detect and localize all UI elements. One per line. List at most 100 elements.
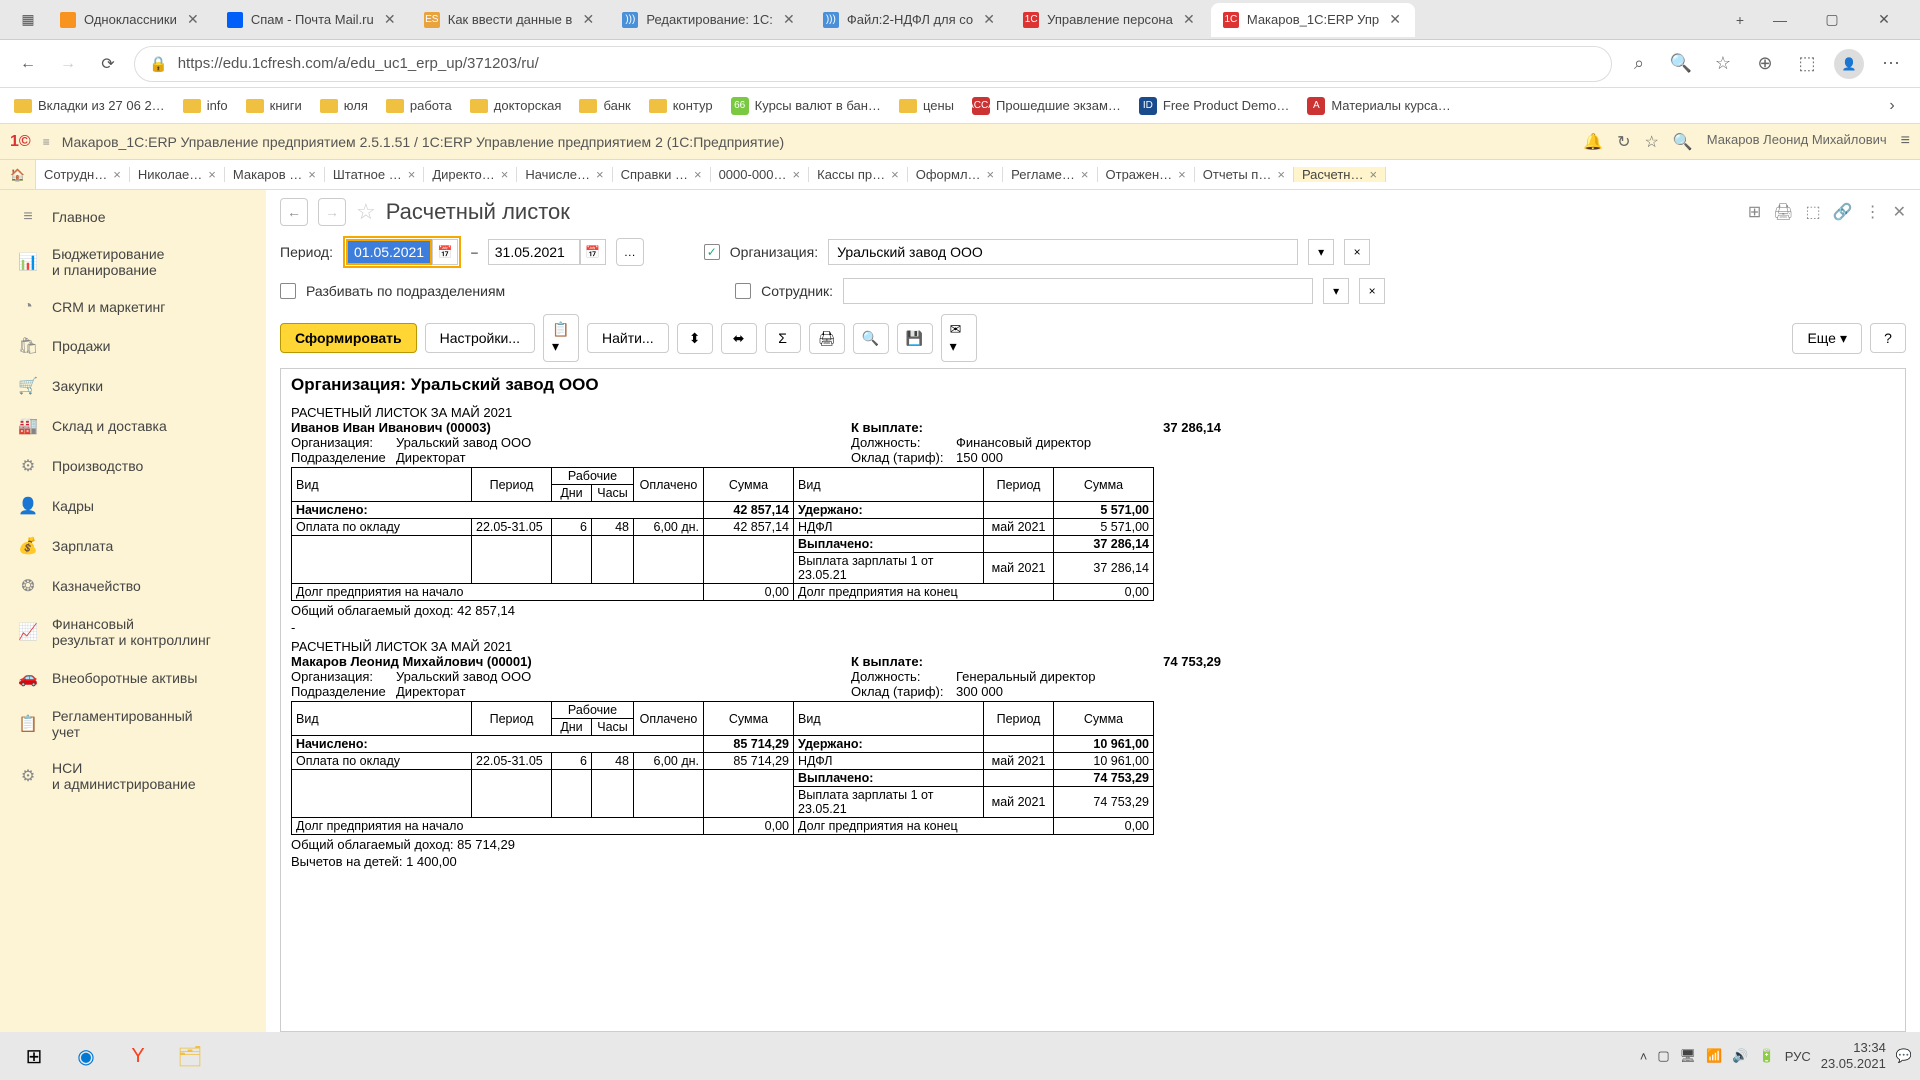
- sidebar-item[interactable]: ≡Главное: [0, 198, 266, 236]
- bookmark-item[interactable]: работа: [386, 97, 452, 115]
- split-checkbox[interactable]: [280, 283, 296, 299]
- print-icon[interactable]: 🖨: [1773, 202, 1793, 222]
- sidebar-item[interactable]: 📋Регламентированный учет: [0, 698, 266, 750]
- app-tab[interactable]: Начисле…×: [517, 167, 612, 182]
- app-tab-close-icon[interactable]: ×: [208, 167, 216, 182]
- app-tab[interactable]: Кассы пр…×: [809, 167, 908, 182]
- tab-close-icon[interactable]: ✕: [981, 12, 997, 28]
- empl-dropdown-icon[interactable]: ▾: [1323, 278, 1349, 304]
- app-menu-icon[interactable]: ≡: [43, 135, 50, 149]
- window-close[interactable]: ✕: [1864, 5, 1904, 35]
- form-button[interactable]: Сформировать: [280, 323, 417, 353]
- display-icon[interactable]: 🖥: [1680, 1048, 1697, 1064]
- collections-icon[interactable]: ⊕: [1750, 49, 1780, 79]
- app-tab-close-icon[interactable]: ×: [1081, 167, 1089, 182]
- app-tab[interactable]: Справки …×: [613, 167, 711, 182]
- app-tab[interactable]: Регламе…×: [1003, 167, 1097, 182]
- app-tab[interactable]: Николае…×: [130, 167, 225, 182]
- bookmark-item[interactable]: info: [183, 97, 228, 115]
- app-tab[interactable]: Отчеты п…×: [1195, 167, 1294, 182]
- more-button[interactable]: Еще ▾: [1792, 323, 1862, 354]
- settings-button[interactable]: Настройки...: [425, 323, 535, 353]
- menu-icon[interactable]: ⋯: [1876, 49, 1906, 79]
- bell-icon[interactable]: 🔔: [1583, 132, 1603, 152]
- tab-close-icon[interactable]: ✕: [382, 12, 398, 28]
- more-icon[interactable]: ⋮: [1865, 202, 1881, 222]
- extensions-icon[interactable]: ⬚: [1792, 49, 1822, 79]
- email-button[interactable]: ✉▾: [941, 314, 977, 362]
- bookmark-item[interactable]: 66Курсы валют в бан…: [731, 97, 881, 115]
- app-tab-close-icon[interactable]: ×: [501, 167, 509, 182]
- close-icon[interactable]: ✕: [1893, 202, 1906, 222]
- app-tab-close-icon[interactable]: ×: [408, 167, 416, 182]
- tab-close-icon[interactable]: ✕: [185, 12, 201, 28]
- calendar-from-icon[interactable]: 📅: [432, 239, 458, 265]
- sum-button[interactable]: Σ: [765, 323, 801, 353]
- app-tab[interactable]: Директо…×: [424, 167, 517, 182]
- sidebar-item[interactable]: 🚗Внеоборотные активы: [0, 658, 266, 698]
- sidebar-item[interactable]: 🏭Склад и доставка: [0, 406, 266, 446]
- reader-icon[interactable]: ⌕: [1624, 49, 1654, 79]
- print-button[interactable]: 🖨: [809, 323, 845, 354]
- expand-button[interactable]: ⬍: [677, 323, 713, 354]
- org-input[interactable]: [828, 239, 1298, 265]
- app-tab-close-icon[interactable]: ×: [1277, 167, 1285, 182]
- app-tab-close-icon[interactable]: ×: [113, 167, 121, 182]
- bookmark-item[interactable]: банк: [579, 97, 630, 115]
- export-icon[interactable]: ⬚: [1806, 202, 1821, 222]
- new-tab-button[interactable]: +: [1720, 5, 1760, 35]
- copy-settings-button[interactable]: 📋▾: [543, 314, 579, 362]
- browser-tab[interactable]: 1СУправление персона✕: [1011, 3, 1209, 37]
- bookmark-item[interactable]: цены: [899, 97, 954, 115]
- sidebar-item[interactable]: 🛍Продажи: [0, 326, 266, 366]
- window-maximize[interactable]: ▢: [1812, 5, 1852, 35]
- user-menu-icon[interactable]: ≡: [1901, 132, 1910, 152]
- bookmark-item[interactable]: АМатериалы курса…: [1307, 97, 1450, 115]
- app-tab-close-icon[interactable]: ×: [1178, 167, 1186, 182]
- back-button[interactable]: ←: [14, 50, 42, 78]
- favorite-star-icon[interactable]: ☆: [356, 199, 376, 225]
- app-tab-close-icon[interactable]: ×: [793, 167, 801, 182]
- forward-button[interactable]: →: [54, 50, 82, 78]
- reload-button[interactable]: ⟳: [94, 50, 122, 78]
- browser-tab[interactable]: ESКак ввести данные в✕: [412, 3, 609, 37]
- empl-input[interactable]: [843, 278, 1313, 304]
- org-checkbox[interactable]: ✓: [704, 244, 720, 260]
- url-bar[interactable]: 🔒 https://edu.1cfresh.com/a/edu_uc1_erp_…: [134, 46, 1612, 82]
- org-clear-icon[interactable]: ×: [1344, 239, 1370, 265]
- clock[interactable]: 13:34 23.05.2021: [1821, 1040, 1886, 1071]
- bookmark-item[interactable]: книги: [246, 97, 302, 115]
- app-tab[interactable]: Оформл…×: [908, 167, 1003, 182]
- link-icon[interactable]: 🔗: [1833, 202, 1853, 222]
- profile-avatar[interactable]: 👤: [1834, 49, 1864, 79]
- bookmarks-overflow[interactable]: ›: [1878, 92, 1906, 120]
- help-button[interactable]: ?: [1870, 323, 1906, 353]
- calendar-to-icon[interactable]: 📅: [580, 239, 606, 265]
- bookmark-item[interactable]: Вкладки из 27 06 2…: [14, 97, 165, 115]
- report-area[interactable]: Организация: Уральский завод ООО РАСЧЕТН…: [280, 368, 1906, 1032]
- app-tab-close-icon[interactable]: ×: [596, 167, 604, 182]
- empl-checkbox[interactable]: [735, 283, 751, 299]
- tab-close-icon[interactable]: ✕: [1387, 12, 1403, 28]
- tab-close-icon[interactable]: ✕: [1181, 12, 1197, 28]
- sidebar-item[interactable]: ⚙Производство: [0, 446, 266, 486]
- power-icon[interactable]: 🔋: [1759, 1048, 1775, 1064]
- sidebar-item[interactable]: 📊Бюджетирование и планирование: [0, 236, 266, 288]
- wifi-icon[interactable]: 📶: [1706, 1048, 1722, 1064]
- battery-icon[interactable]: ▢: [1657, 1048, 1669, 1064]
- bookmark-item[interactable]: ACCAПрошедшие экзам…: [972, 97, 1121, 115]
- lang-indicator[interactable]: РУС: [1785, 1049, 1811, 1064]
- find-button[interactable]: Найти...: [587, 323, 669, 353]
- bookmark-item[interactable]: контур: [649, 97, 713, 115]
- start-button[interactable]: ⊞: [8, 1034, 60, 1078]
- bookmark-item[interactable]: юля: [320, 97, 368, 115]
- org-dropdown-icon[interactable]: ▾: [1308, 239, 1334, 265]
- home-tab[interactable]: 🏠: [0, 160, 36, 189]
- app-tab[interactable]: Штатное …×: [325, 167, 424, 182]
- save-layout-icon[interactable]: ⊞: [1748, 202, 1761, 222]
- zoom-icon[interactable]: 🔍: [1666, 49, 1696, 79]
- sidebar-item[interactable]: ⚙НСИ и администрирование: [0, 750, 266, 802]
- collapse-button[interactable]: ⬌: [721, 323, 757, 354]
- sidebar-item[interactable]: ❂Казначейство: [0, 566, 266, 606]
- page-forward[interactable]: →: [318, 198, 346, 226]
